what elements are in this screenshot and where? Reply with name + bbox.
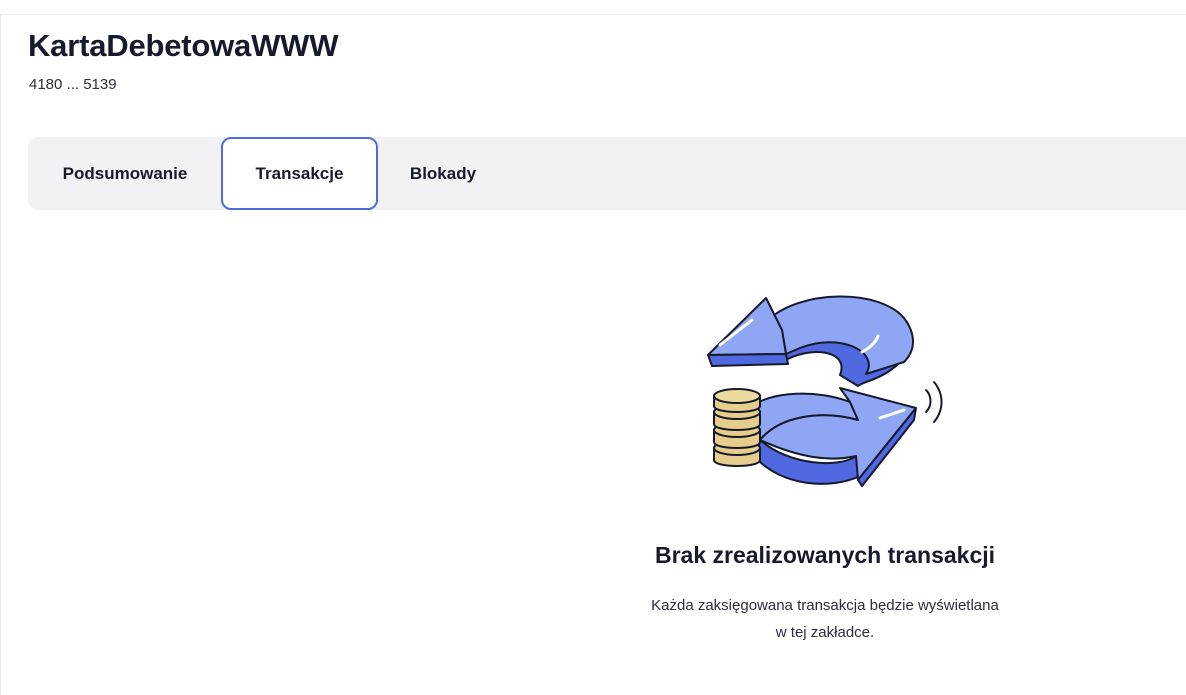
empty-state-description-line-2: w tej zakładce. (775, 624, 875, 641)
empty-state-description-line-1: Każda zaksięgowana transakcja będzie wyś… (651, 597, 999, 614)
tab-bar: Podsumowanie Transakcje Blokady (28, 137, 1186, 210)
empty-state-description: Każda zaksięgowana transakcja będzie wyś… (590, 592, 1060, 646)
tab-podsumowanie[interactable]: Podsumowanie (28, 137, 222, 210)
tab-transakcje[interactable]: Transakcje (221, 137, 378, 210)
page-title: KartaDebetowaWWW (28, 28, 339, 63)
arrow-right-icon (749, 387, 917, 487)
signal-waves-icon (925, 381, 943, 423)
coins-stack-icon (713, 388, 761, 467)
empty-state-title: Brak zrealizowanych transakcji (654, 542, 996, 568)
card-number: 4180 ... 5139 (29, 76, 117, 93)
refresh-coins-icon (707, 295, 943, 487)
tab-blokady[interactable]: Blokady (378, 137, 508, 210)
arrow-left-icon (707, 295, 914, 387)
